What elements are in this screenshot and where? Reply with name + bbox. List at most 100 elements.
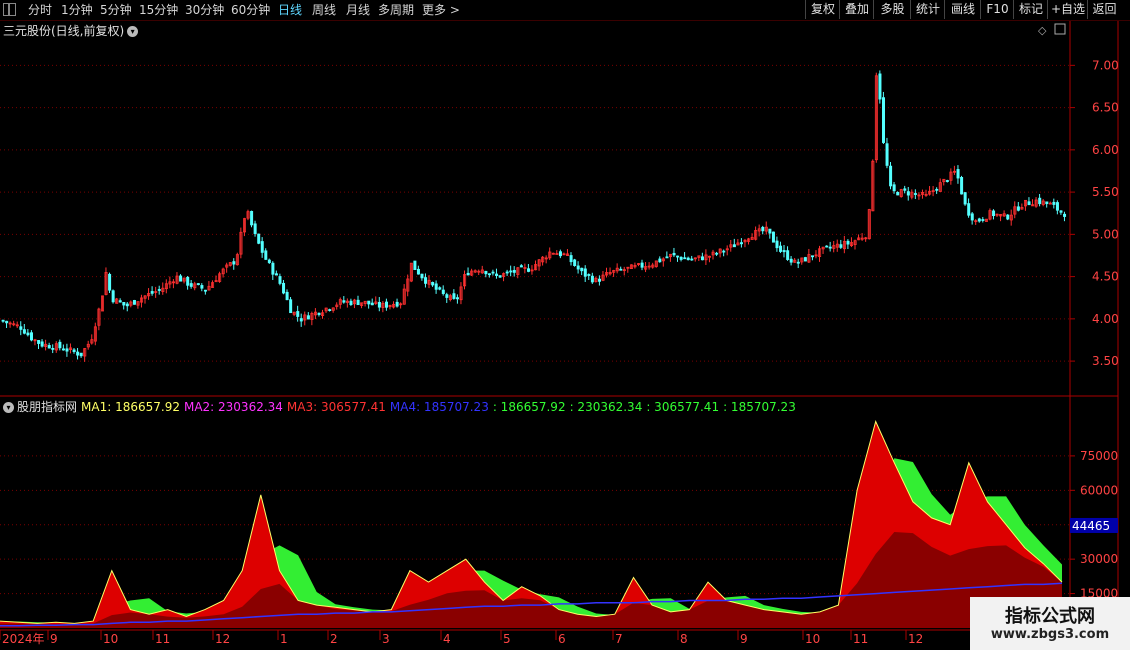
toolbar-button-4[interactable]: 画线 — [944, 0, 981, 19]
candle-body — [65, 348, 69, 352]
period-tab-2[interactable]: 5分钟 — [100, 2, 132, 18]
candle-body — [899, 189, 903, 197]
candle-body — [26, 332, 30, 336]
toolbar-button-8[interactable]: 返回 — [1087, 0, 1121, 19]
candle-body — [693, 257, 697, 260]
candle-body — [480, 269, 484, 274]
candle-body — [122, 302, 126, 306]
candle-body — [1031, 204, 1035, 207]
ma4-line — [0, 582, 1063, 627]
period-tab-7[interactable]: 周线 — [312, 2, 336, 18]
candle-body — [803, 257, 807, 262]
chart-canvas: 7.00 6.50 6.00 5.50 5.00 4.50 4.00 3.50 75000 60… — [0, 21, 1119, 650]
candle-body — [931, 190, 935, 193]
chevron-down-icon[interactable]: ▾ — [3, 402, 14, 413]
candle-body — [967, 203, 971, 216]
candle-body — [108, 273, 112, 291]
y-tick-label: 6.50 — [1092, 101, 1119, 115]
candle-body — [477, 270, 481, 273]
candle-body — [97, 308, 101, 326]
period-tab-0[interactable]: 分时 — [28, 2, 52, 18]
period-tab-3[interactable]: 15分钟 — [139, 2, 178, 18]
period-tab-1[interactable]: 1分钟 — [61, 2, 93, 18]
y-tick-label: 75000 — [1080, 449, 1118, 463]
period-tab-4[interactable]: 30分钟 — [185, 2, 224, 18]
candle-body — [853, 240, 857, 246]
candle-body — [1006, 214, 1010, 220]
candle-body — [33, 339, 37, 342]
current-value-label: 44465 — [1072, 519, 1110, 533]
candle-body — [324, 307, 328, 312]
candle-body — [132, 299, 136, 305]
candle-body — [104, 272, 108, 295]
candle-body — [331, 307, 335, 311]
candle-body — [896, 192, 900, 196]
watermark-title: 指标公式网 — [1005, 606, 1095, 627]
candle-body — [764, 226, 768, 232]
candle-body — [1027, 201, 1031, 206]
candle-body — [299, 318, 303, 322]
toolbar-button-2[interactable]: 多股 — [873, 0, 911, 19]
candle-body — [523, 267, 527, 269]
candle-body — [889, 165, 893, 187]
candle-body — [605, 272, 609, 276]
candle-body — [392, 303, 396, 308]
candle-body — [203, 289, 207, 292]
period-tab-6[interactable]: 日线 — [278, 2, 302, 18]
candle-body — [569, 255, 573, 263]
candle-body — [76, 351, 80, 356]
period-tab-5[interactable]: 60分钟 — [231, 2, 270, 18]
candle-body — [157, 289, 161, 291]
toolbar-button-7[interactable]: +自选 — [1047, 0, 1088, 19]
candle-body — [179, 275, 183, 282]
candle-body — [147, 293, 151, 297]
candle-body — [296, 311, 300, 317]
toolbar-button-3[interactable]: 统计 — [910, 0, 945, 19]
candle-body — [267, 259, 271, 263]
candle-body — [448, 295, 452, 301]
candle-body — [981, 219, 985, 221]
toolbar-button-0[interactable]: 复权 — [805, 0, 840, 19]
toolbar-button-1[interactable]: 叠加 — [839, 0, 874, 19]
candle-body — [260, 241, 264, 253]
area-series-red — [0, 421, 1062, 628]
candle-body — [282, 282, 286, 294]
candle-body — [459, 286, 463, 301]
candle-body — [278, 276, 282, 284]
candle-body — [171, 281, 175, 284]
candle-body — [69, 347, 73, 351]
candle-body — [938, 182, 942, 192]
toolbar-button-6[interactable]: 标记 — [1013, 0, 1048, 19]
candle-body — [512, 269, 516, 273]
indicator-title: ▾ 股朋指标网 MA1: 186657.92 MA2: 230362.34 MA3: 3… — [3, 398, 804, 415]
top-toolbar: 分时 1分钟 5分钟 15分钟 30分钟 60分钟 日线 周线 月线 多周期 更多 > 复权 叠加 多股… — [0, 0, 1130, 21]
candle-body — [892, 184, 896, 192]
candle-body — [1, 319, 5, 322]
candle-body — [154, 291, 158, 293]
candle-body — [470, 270, 474, 276]
menu-icon[interactable] — [3, 3, 16, 16]
candle-body — [232, 261, 236, 265]
candle-body — [658, 258, 662, 263]
candle-body — [718, 248, 722, 254]
ma-label-7: : 185707.23 — [723, 400, 796, 414]
chevron-down-icon[interactable]: ▾ — [127, 26, 139, 37]
period-tab-10[interactable]: 更多 > — [422, 2, 460, 18]
candle-body — [732, 244, 736, 248]
toolbar-button-5[interactable]: F10 — [980, 0, 1014, 19]
candle-body — [207, 285, 211, 291]
window-toggle-icon[interactable] — [1054, 23, 1066, 35]
period-tab-8[interactable]: 月线 — [346, 2, 370, 18]
candle-body — [285, 291, 289, 301]
candle-body — [846, 240, 850, 245]
candle-body — [239, 231, 243, 255]
candle-body — [850, 242, 854, 247]
period-tab-9[interactable]: 多周期 — [378, 2, 414, 18]
candle-body — [711, 251, 715, 256]
candle-body — [161, 287, 165, 292]
candle-body — [750, 236, 754, 240]
diamond-icon[interactable]: ◇ — [1038, 24, 1047, 37]
x-axis-label: 5 — [503, 632, 511, 646]
candle-body — [608, 272, 612, 275]
candle-body — [86, 343, 90, 348]
